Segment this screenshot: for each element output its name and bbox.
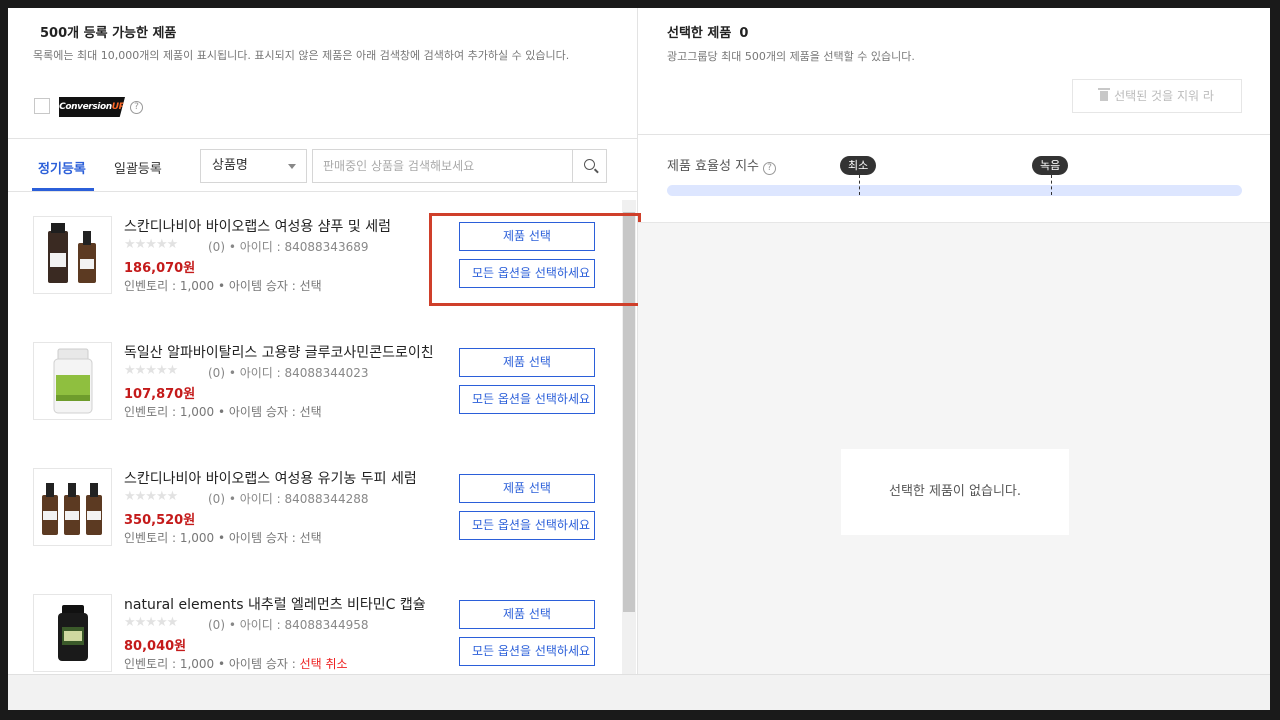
divider xyxy=(8,191,637,192)
product-list-panel: 500개 등록 가능한 제품 목록에는 최대 10,000개의 제품이 표시됩니… xyxy=(8,8,641,674)
efficiency-bar xyxy=(667,185,1242,196)
conversion-up-checkbox[interactable] xyxy=(34,98,50,114)
trash-icon xyxy=(1098,88,1111,101)
search-button[interactable] xyxy=(572,150,606,182)
product-price: 350,520원 xyxy=(124,513,196,528)
winner-status: 선택 xyxy=(299,279,322,293)
product-price: 80,040원 xyxy=(124,639,187,654)
select-product-button[interactable]: 제품 선택 xyxy=(459,474,595,503)
select-product-button[interactable]: 제품 선택 xyxy=(459,600,595,629)
product-name[interactable]: 독일산 알파바이탈리스 고용량 글루코사민콘드로이친 xyxy=(124,342,450,362)
selection-limit-desc: 광고그룹당 최대 500개의 제품을 선택할 수 있습니다. xyxy=(667,50,915,63)
winner-status: 선택 xyxy=(299,531,322,545)
select-all-options-button[interactable]: 모든 옵션을 선택하세요 xyxy=(459,385,595,414)
product-name[interactable]: 스칸디나비아 바이오랩스 여성용 유기농 두피 세럼 xyxy=(124,468,450,488)
highlight-box xyxy=(429,213,641,306)
conversion-up-logo: ConversionUP xyxy=(59,97,125,117)
product-name[interactable]: natural elements 내추럴 엘레먼츠 비타민C 캡슐 xyxy=(124,594,450,614)
rating-stars: ★★★★★ xyxy=(124,363,178,378)
product-price: 186,070원 xyxy=(124,261,196,276)
help-icon[interactable]: ? xyxy=(763,162,776,175)
clear-selected-button[interactable]: 선택된 것을 지워 라 xyxy=(1072,79,1242,113)
marker-line xyxy=(1051,175,1052,195)
marker-min: 최소 xyxy=(840,156,877,175)
help-icon[interactable]: ? xyxy=(130,101,143,114)
product-meta: (0) • 아이디 : 84088344288 xyxy=(208,492,369,506)
search-field-select[interactable]: 상품명 xyxy=(200,149,307,183)
product-meta: (0) • 아이디 : 84088344023 xyxy=(208,366,369,380)
tab-regular[interactable]: 정기등록 xyxy=(38,158,86,177)
search-box xyxy=(312,149,607,183)
selected-count: 0 xyxy=(739,26,749,41)
selected-products-title: 선택한 제품 0 xyxy=(667,26,749,41)
product-thumbnail xyxy=(33,468,112,546)
rating-stars: ★★★★★ xyxy=(124,237,178,252)
select-product-button[interactable]: 제품 선택 xyxy=(459,348,595,377)
inventory-info: 인벤토리 : 1,000 • 아이템 승자 : 선택 취소 xyxy=(124,657,348,671)
tab-bulk[interactable]: 일괄등록 xyxy=(114,158,162,177)
rating-stars: ★★★★★ xyxy=(124,489,178,504)
available-products-title: 500개 등록 가능한 제품 xyxy=(40,26,177,41)
list-item: 독일산 알파바이탈리스 고용량 글루코사민콘드로이친 ★★★★★ (0) • 아… xyxy=(8,326,620,452)
inventory-info: 인벤토리 : 1,000 • 아이템 승자 : 선택 xyxy=(124,405,322,419)
efficiency-index-label: 제품 효율성 지수? xyxy=(667,155,776,175)
list-description: 목록에는 최대 10,000개의 제품이 표시됩니다. 표시되지 않은 제품은 … xyxy=(33,49,570,62)
selected-products-panel: 선택한 제품 0 광고그룹당 최대 500개의 제품을 선택할 수 있습니다. 선… xyxy=(638,8,1270,674)
product-name[interactable]: 스칸디나비아 바이오랩스 여성용 샴푸 및 세럼 xyxy=(124,216,450,236)
inventory-info: 인벤토리 : 1,000 • 아이템 승자 : 선택 xyxy=(124,279,322,293)
footer-bar xyxy=(8,674,1270,710)
chevron-down-icon xyxy=(288,164,296,169)
empty-state: 선택한 제품이 없습니다. xyxy=(841,449,1069,535)
rating-stars: ★★★★★ xyxy=(124,615,178,630)
product-thumbnail xyxy=(33,594,112,672)
cancel-selection-link[interactable]: 선택 취소 xyxy=(300,657,348,671)
product-meta: (0) • 아이디 : 84088343689 xyxy=(208,240,369,254)
list-item: 스칸디나비아 바이오랩스 여성용 유기농 두피 세럼 ★★★★★ (0) • 아… xyxy=(8,452,620,578)
select-all-options-button[interactable]: 모든 옵션을 선택하세요 xyxy=(459,511,595,540)
product-meta: (0) • 아이디 : 84088344958 xyxy=(208,618,369,632)
divider xyxy=(8,138,637,139)
product-thumbnail xyxy=(33,342,112,420)
marker-line xyxy=(859,175,860,195)
product-thumbnail xyxy=(33,216,112,294)
product-price: 107,870원 xyxy=(124,387,196,402)
divider xyxy=(638,134,1270,135)
selected-list-area: 선택한 제품이 없습니다. xyxy=(638,222,1270,674)
select-all-options-button[interactable]: 모든 옵션을 선택하세요 xyxy=(459,637,595,666)
winner-status: 선택 xyxy=(299,405,322,419)
inventory-info: 인벤토리 : 1,000 • 아이템 승자 : 선택 xyxy=(124,531,322,545)
search-icon xyxy=(584,159,595,170)
search-input[interactable] xyxy=(313,150,573,182)
marker-green: 녹음 xyxy=(1032,156,1069,175)
list-item: natural elements 내추럴 엘레먼츠 비타민C 캡슐 ★★★★★ … xyxy=(8,578,620,674)
app-frame: 500개 등록 가능한 제품 목록에는 최대 10,000개의 제품이 표시됩니… xyxy=(8,8,1270,710)
select-value: 상품명 xyxy=(212,158,248,173)
